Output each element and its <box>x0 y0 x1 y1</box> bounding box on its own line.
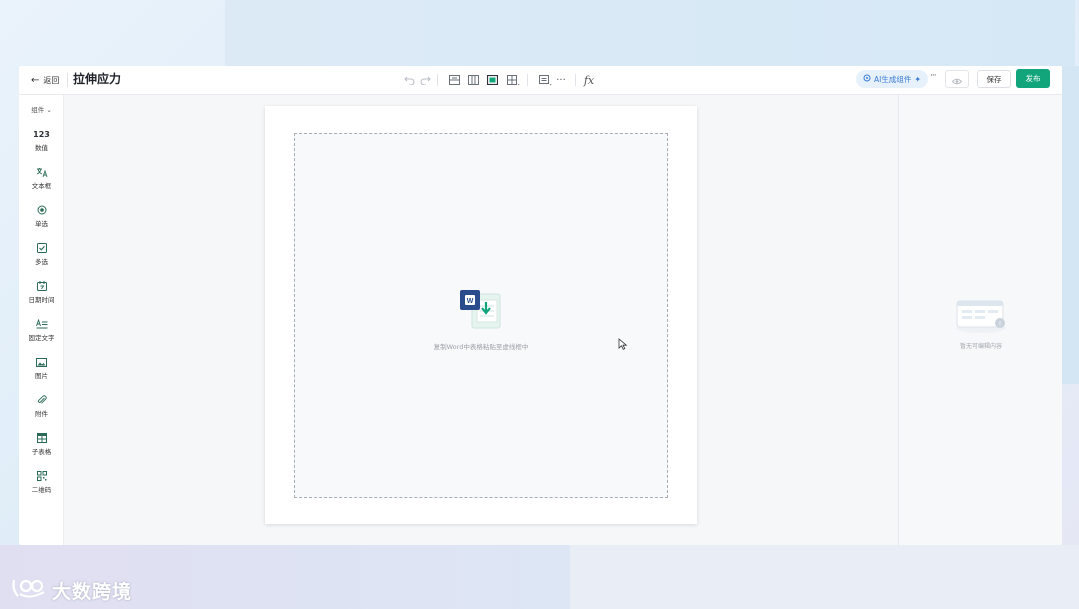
component-toggle-label: 组件 <box>31 106 45 114</box>
preview-button[interactable] <box>945 70 969 88</box>
svg-text:!: ! <box>999 321 1001 328</box>
back-button[interactable]: ← 返回 <box>31 72 59 88</box>
publish-button[interactable]: 发布 <box>1016 69 1050 88</box>
background-panel <box>570 545 1079 609</box>
component-qrcode[interactable]: 二维码 <box>19 470 64 500</box>
radio-icon <box>37 204 47 216</box>
divider <box>67 73 68 87</box>
component-attachment[interactable]: 附件 <box>19 394 64 424</box>
background-panel <box>1062 66 1079 384</box>
qrcode-icon <box>36 470 47 482</box>
page-title: 拉伸应力 <box>73 72 122 86</box>
dropzone-hint: 复制Word中表格粘贴至虚线框中 <box>433 343 529 351</box>
checkbox-icon <box>36 242 47 254</box>
ai-icon <box>863 74 871 84</box>
component-number[interactable]: 123 数值 <box>19 128 64 158</box>
table-grid-icon[interactable] <box>505 72 521 88</box>
empty-state-text: 暂无可编辑内容 <box>959 343 1002 350</box>
component-label: 固定文字 <box>28 334 55 342</box>
divider <box>527 74 528 86</box>
component-sidebar: 组件 ⌄ 123 数值 文本框 单选 多选 日期时间 固定文字 图片 附件 子表… <box>19 95 64 545</box>
property-panel: ! 暂无可编辑内容 <box>898 95 1062 545</box>
table-paste-dropzone[interactable]: W 复制Word中表格粘贴至虚线框中 <box>294 133 668 498</box>
word-paste-icon: W <box>458 288 504 332</box>
subtable-icon <box>36 432 47 444</box>
ai-generate-button[interactable]: AI生成组件 ✦ <box>856 70 929 88</box>
watermark-text: 大数跨境 <box>52 580 133 603</box>
cell-style-icon[interactable] <box>537 72 553 88</box>
component-textbox[interactable]: 文本框 <box>19 166 64 196</box>
calendar-icon <box>36 280 47 292</box>
chevron-down-icon: ⌄ <box>46 106 52 114</box>
formula-button[interactable]: fx <box>581 72 597 88</box>
component-label: 图片 <box>35 372 48 380</box>
image-icon <box>36 356 47 368</box>
watermark-logo-icon <box>10 576 48 604</box>
component-subtable[interactable]: 子表格 <box>19 432 64 462</box>
component-label: 数值 <box>35 144 48 152</box>
top-toolbar: ← 返回 拉伸应力 ··· fx AI生成组件 ✦ ··· 保存 发布 <box>19 66 1062 95</box>
fixed-text-icon <box>35 318 48 330</box>
ai-generate-label: AI生成组件 <box>874 74 912 84</box>
insert-row-icon[interactable] <box>447 72 461 88</box>
component-label: 单选 <box>35 220 48 228</box>
back-label: 返回 <box>43 75 60 85</box>
empty-state-illustration: ! <box>954 295 1008 335</box>
component-label: 日期时间 <box>28 296 55 304</box>
insert-column-icon[interactable] <box>466 72 480 88</box>
undo-icon[interactable] <box>402 72 416 88</box>
canvas-paper: W 复制Word中表格粘贴至虚线框中 <box>265 106 697 524</box>
component-label: 多选 <box>35 258 48 266</box>
component-label: 子表格 <box>31 448 52 456</box>
divider <box>575 74 576 86</box>
save-button[interactable]: 保存 <box>977 70 1011 88</box>
watermark: 大数跨境 <box>10 577 132 603</box>
component-checkbox[interactable]: 多选 <box>19 242 64 272</box>
component-radio[interactable]: 单选 <box>19 204 64 234</box>
merge-cells-icon[interactable] <box>485 72 499 88</box>
svg-text:W: W <box>467 298 474 305</box>
component-image[interactable]: 图片 <box>19 356 64 386</box>
sparkle-icon: ✦ <box>914 74 922 84</box>
redo-icon[interactable] <box>418 72 432 88</box>
eye-icon <box>951 70 963 89</box>
arrow-left-icon: ← <box>31 74 40 86</box>
mouse-cursor-icon <box>618 335 628 350</box>
background-panel <box>225 0 1075 66</box>
more-actions-button[interactable]: ··· <box>930 71 937 81</box>
number-icon: 123 <box>33 129 50 139</box>
editor-window: ← 返回 拉伸应力 ··· fx AI生成组件 ✦ ··· 保存 发布 组件 ⌄… <box>19 66 1062 545</box>
component-label: 二维码 <box>31 486 52 494</box>
more-tools-button[interactable]: ··· <box>555 72 567 88</box>
component-label: 文本框 <box>31 182 52 190</box>
component-toggle[interactable]: 组件 ⌄ <box>19 104 64 114</box>
component-fixed-text[interactable]: 固定文字 <box>19 318 64 348</box>
component-label: 附件 <box>35 410 48 418</box>
divider <box>437 74 438 86</box>
text-translate-icon <box>36 166 48 178</box>
component-datetime[interactable]: 日期时间 <box>19 280 64 310</box>
paperclip-icon <box>37 394 47 406</box>
